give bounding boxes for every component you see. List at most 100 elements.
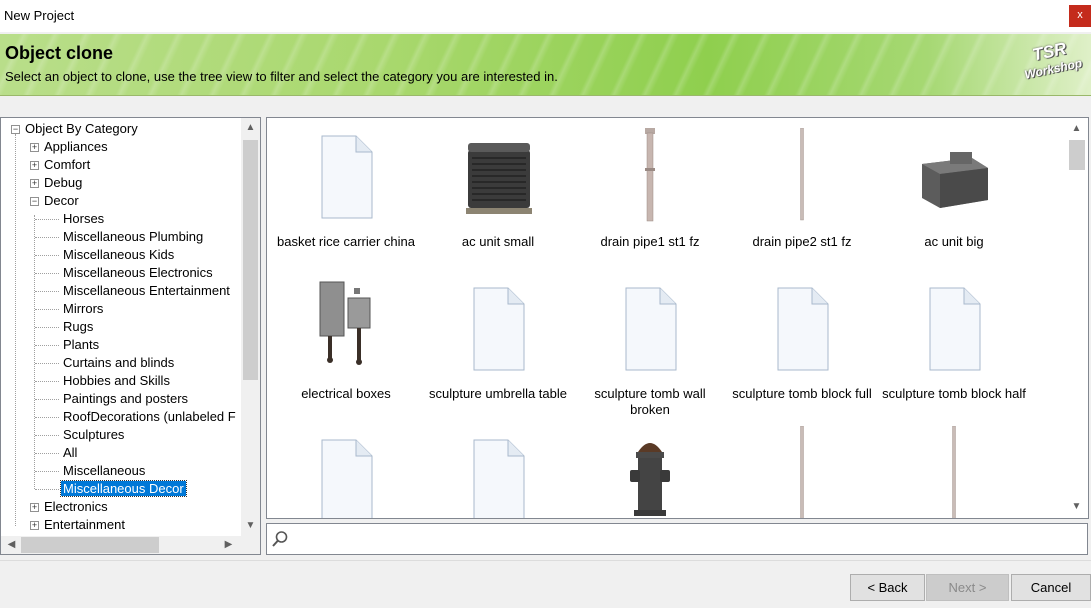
tree-item-mirrors[interactable]: Mirrors bbox=[61, 300, 105, 318]
tree-item-miscellaneous[interactable]: Miscellaneous bbox=[61, 462, 147, 480]
tree-connector bbox=[35, 291, 59, 292]
scroll-thumb[interactable] bbox=[1069, 140, 1085, 170]
ac-unit-small-icon bbox=[466, 143, 532, 214]
expand-toggle-icon[interactable]: + bbox=[30, 179, 39, 188]
tree-item-misc-decor[interactable]: Miscellaneous Decor bbox=[60, 480, 187, 498]
tree-item-hobbies[interactable]: Hobbies and Skills bbox=[61, 372, 172, 390]
scroll-thumb[interactable] bbox=[243, 140, 258, 380]
blank-file-icon bbox=[473, 439, 525, 518]
magnifier-icon bbox=[272, 531, 288, 547]
fire-hydrant-icon bbox=[630, 443, 670, 516]
blank-file-icon bbox=[473, 287, 525, 371]
tree-horizontal-scrollbar[interactable]: ◀ ▶ bbox=[1, 536, 260, 554]
back-button[interactable]: < Back bbox=[850, 574, 925, 601]
tree-item-paintings[interactable]: Paintings and posters bbox=[61, 390, 190, 408]
item-caption: sculpture tomb wall broken bbox=[594, 386, 706, 417]
item-caption: drain pipe2 st1 fz bbox=[752, 234, 852, 249]
item-caption: sculpture tomb block half bbox=[882, 386, 1026, 401]
blank-file-icon bbox=[929, 287, 981, 371]
scroll-left-arrow-icon[interactable]: ◀ bbox=[3, 536, 20, 553]
tree-item-horses[interactable]: Horses bbox=[61, 210, 106, 228]
header-banner: Object clone Select an object to clone, … bbox=[0, 34, 1091, 96]
scroll-right-arrow-icon[interactable]: ▶ bbox=[220, 536, 237, 553]
tree-connector bbox=[35, 345, 59, 346]
scroll-up-arrow-icon[interactable]: ▲ bbox=[242, 119, 259, 136]
electrical-boxes-icon bbox=[319, 281, 371, 365]
tree-item-misc-kids[interactable]: Miscellaneous Kids bbox=[61, 246, 176, 264]
drain-pipe-icon bbox=[645, 128, 655, 222]
scroll-down-arrow-icon[interactable]: ▼ bbox=[1068, 498, 1085, 515]
item-caption: basket rice carrier china bbox=[277, 234, 415, 249]
tree-connector bbox=[35, 381, 59, 382]
tsr-workshop-logo: TSR Workshop bbox=[1019, 36, 1085, 91]
tree-connector bbox=[35, 471, 59, 472]
blank-file-icon bbox=[321, 135, 373, 219]
collapse-toggle-icon[interactable]: − bbox=[11, 125, 20, 134]
tree-connector bbox=[35, 273, 59, 274]
blank-file-icon bbox=[321, 439, 373, 518]
tree-item-appliances[interactable]: Appliances bbox=[42, 138, 110, 156]
tree-item-plants[interactable]: Plants bbox=[61, 336, 101, 354]
tree-connector bbox=[35, 327, 59, 328]
scroll-thumb[interactable] bbox=[21, 537, 159, 553]
tree-item-comfort[interactable]: Comfort bbox=[42, 156, 92, 174]
tree-connector bbox=[15, 134, 16, 526]
tree-connector bbox=[35, 489, 59, 490]
tree-connector bbox=[35, 399, 59, 400]
tree-item-misc-electronics[interactable]: Miscellaneous Electronics bbox=[61, 264, 215, 282]
drain-pipe-thin-icon bbox=[952, 426, 956, 518]
tree-connector bbox=[35, 237, 59, 238]
tree-item-sculptures[interactable]: Sculptures bbox=[61, 426, 126, 444]
page-title: Object clone bbox=[5, 43, 114, 63]
tree-item-electronics[interactable]: Electronics bbox=[42, 498, 110, 516]
item-caption: ac unit small bbox=[461, 234, 535, 249]
expand-toggle-icon[interactable]: + bbox=[30, 521, 39, 530]
tree-connector bbox=[34, 215, 35, 489]
tree-connector bbox=[35, 219, 59, 220]
ac-unit-big-icon bbox=[922, 152, 988, 208]
item-caption: drain pipe1 st1 fz bbox=[600, 234, 700, 249]
page-subtitle: Select an object to clone, use the tree … bbox=[5, 69, 558, 84]
tree-item-decor[interactable]: Decor bbox=[42, 192, 81, 210]
blank-file-icon bbox=[625, 287, 677, 371]
collapse-toggle-icon[interactable]: − bbox=[30, 197, 39, 206]
scroll-down-arrow-icon[interactable]: ▼ bbox=[242, 517, 259, 534]
drain-pipe-thin-icon bbox=[800, 426, 804, 518]
tree-connector bbox=[35, 255, 59, 256]
drain-pipe-thin-icon bbox=[800, 128, 804, 221]
divider bbox=[0, 560, 1091, 561]
search-input[interactable] bbox=[266, 523, 1088, 555]
tree-item-curtains[interactable]: Curtains and blinds bbox=[61, 354, 176, 372]
tree-item-roof-decorations[interactable]: RoofDecorations (unlabeled F bbox=[61, 408, 238, 426]
tree-item-entertainment[interactable]: Entertainment bbox=[42, 516, 127, 534]
blank-file-icon bbox=[777, 287, 829, 371]
title-bar: New Project x bbox=[0, 0, 1091, 32]
tree-connector bbox=[35, 363, 59, 364]
scroll-up-arrow-icon[interactable]: ▲ bbox=[1068, 120, 1085, 137]
tree-item-debug[interactable]: Debug bbox=[42, 174, 84, 192]
tree-item-root[interactable]: Object By Category bbox=[23, 120, 140, 138]
item-caption: sculpture tomb block full bbox=[732, 386, 872, 401]
tree-connector bbox=[35, 435, 59, 436]
item-caption: ac unit big bbox=[924, 234, 984, 249]
tree-item-all[interactable]: All bbox=[61, 444, 79, 462]
expand-toggle-icon[interactable]: + bbox=[30, 143, 39, 152]
close-button[interactable]: x bbox=[1069, 5, 1091, 27]
object-grid: basket rice carrier china ac unit small … bbox=[266, 117, 1089, 519]
tree-item-misc-entertainment[interactable]: Miscellaneous Entertainment bbox=[61, 282, 232, 300]
cancel-button[interactable]: Cancel bbox=[1011, 574, 1091, 601]
expand-toggle-icon[interactable]: + bbox=[30, 503, 39, 512]
expand-toggle-icon[interactable]: + bbox=[30, 161, 39, 170]
tree-item-rugs[interactable]: Rugs bbox=[61, 318, 95, 336]
window-title: New Project bbox=[4, 8, 75, 23]
grid-vertical-scrollbar[interactable]: ▲ ▼ bbox=[1066, 118, 1088, 518]
item-caption: sculpture umbrella table bbox=[428, 386, 568, 401]
tree-vertical-scrollbar[interactable]: ▲ ▼ bbox=[241, 118, 260, 536]
category-tree[interactable]: − Object By Category + Appliances + Comf… bbox=[0, 117, 261, 555]
next-button[interactable]: Next > bbox=[926, 574, 1009, 601]
tree-item-misc-plumbing[interactable]: Miscellaneous Plumbing bbox=[61, 228, 205, 246]
tree-connector bbox=[35, 453, 59, 454]
tree-connector bbox=[35, 417, 59, 418]
item-caption: electrical boxes bbox=[301, 386, 391, 401]
tree-connector bbox=[35, 309, 59, 310]
